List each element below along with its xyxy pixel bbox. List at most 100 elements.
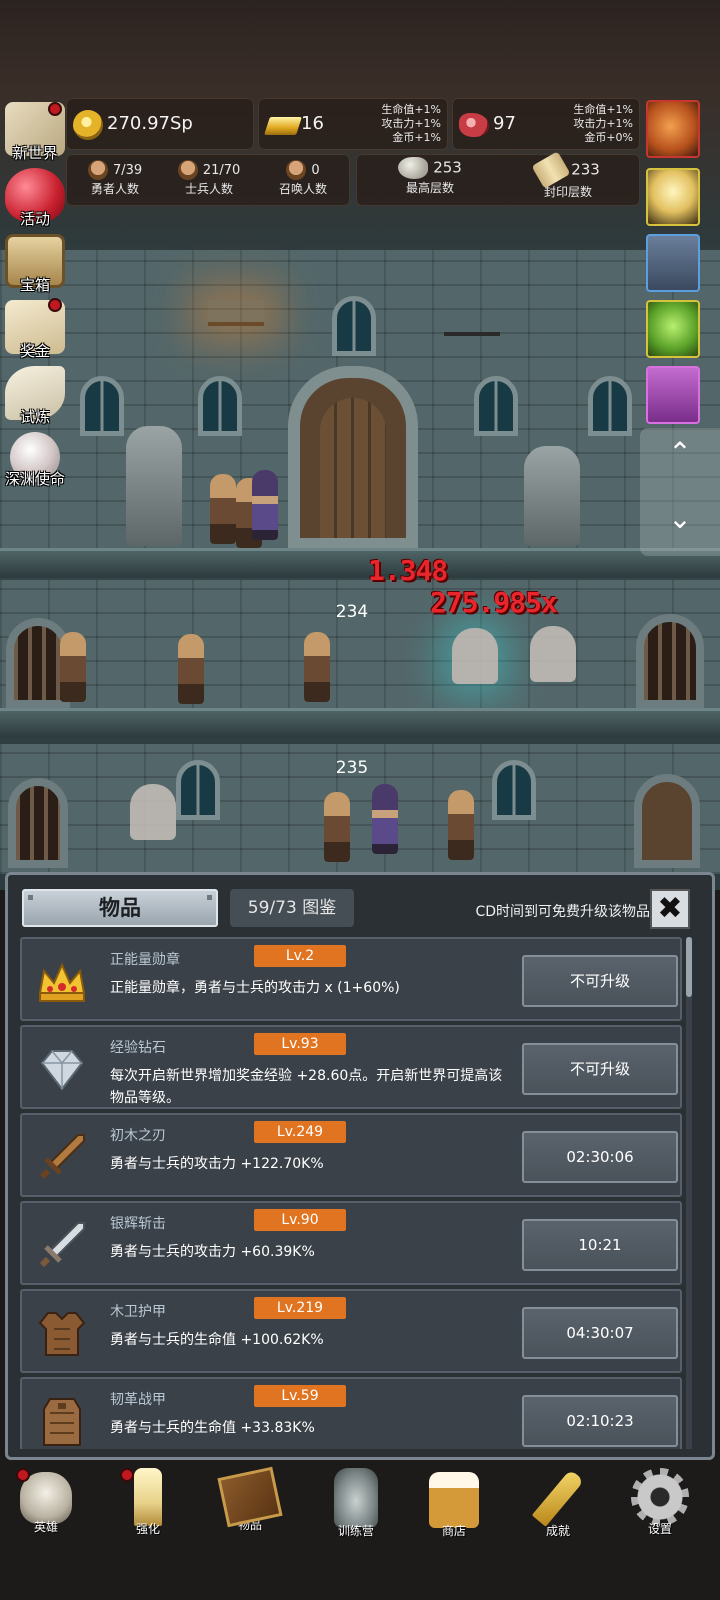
close-button[interactable]: ✖ <box>650 889 690 929</box>
floor-number: 235 <box>335 758 369 778</box>
castle-door <box>288 366 418 550</box>
collection-button[interactable]: 59/73 图鉴 <box>230 889 354 927</box>
soldier-face-icon <box>177 159 198 180</box>
upgrade-hint: CD时间到可免费升级该物品 <box>475 904 650 920</box>
meat-amount: 97 <box>493 113 516 134</box>
item-name: 正能量勋章 <box>110 952 180 968</box>
side-trial-button[interactable]: 试炼 <box>2 366 68 427</box>
gold-bar-box[interactable]: 16 生命值+1% 攻击力+1% 金币+1% <box>258 98 448 150</box>
side-label: 新世界 <box>12 144 58 162</box>
hero-character <box>210 474 236 544</box>
castle-wall-mid <box>0 580 720 710</box>
item-description: 勇者与士兵的攻击力 +122.70K% <box>110 1156 324 1172</box>
soldier-count: 21/70 士兵人数 <box>163 159 255 197</box>
nav-achievements[interactable]: 成就 <box>508 1462 608 1539</box>
diamond-icon <box>40 1050 84 1091</box>
item-name: 经验钻石 <box>110 1040 166 1056</box>
ghost-enemy <box>130 784 176 840</box>
sealed-floor-label: 封印层数 <box>543 185 592 199</box>
upgrade-button[interactable]: 不可升级 <box>522 1043 678 1095</box>
gold-bar-icon <box>264 117 302 135</box>
ghost-enemy <box>530 626 576 682</box>
castle-window <box>198 376 242 436</box>
soldier-character <box>178 634 204 704</box>
bonus-line: 金币+1% <box>392 131 441 144</box>
item-description: 每次开启新世界增加奖金经验 +28.60点。开启新世界可提高该物品等级。 <box>110 1068 503 1106</box>
item-description: 正能量勋章，勇者与士兵的攻击力 x (1+60%) <box>110 980 400 996</box>
meat-box[interactable]: 97 生命值+1% 攻击力+1% 金币+0% <box>452 98 640 150</box>
upgrade-timer-button[interactable]: 02:30:06 <box>522 1131 678 1183</box>
panel-header: 物品 59/73 图鉴 CD时间到可免费升级该物品 ✖ <box>8 875 712 937</box>
item-name: 银辉斩击 <box>110 1216 166 1232</box>
side-label: 宝箱 <box>19 276 50 294</box>
side-label: 试炼 <box>19 408 50 426</box>
gold-amount: 270.97Sp <box>107 113 193 134</box>
floor-number: 234 <box>335 602 369 622</box>
upgrade-timer-button[interactable]: 04:30:07 <box>522 1307 678 1359</box>
nav-heroes[interactable]: 英雄 <box>0 1462 96 1535</box>
floor-ledge <box>0 708 720 738</box>
summon-count-label: 召唤人数 <box>278 181 327 196</box>
soldier-character <box>60 632 86 702</box>
item-list-scrollbar[interactable] <box>686 937 692 1449</box>
meat-bonus: 生命值+1% 攻击力+1% 金币+0% <box>551 103 633 145</box>
floor-scroll-panel: ⌃ ⌄ <box>640 428 720 556</box>
beer-mug-icon <box>429 1472 479 1528</box>
upgrade-button[interactable]: 不可升级 <box>522 955 678 1007</box>
notification-dot <box>120 1468 134 1482</box>
hero-portrait-button[interactable] <box>646 234 700 292</box>
side-abyss-button[interactable]: 深渊使命 <box>2 432 68 489</box>
side-event-button[interactable]: 活动 <box>2 168 68 229</box>
item-row: 初木之刃 Lv.249 勇者与士兵的攻击力 +122.70K% 02:30:06 <box>20 1113 682 1197</box>
side-chest-button[interactable]: 宝箱 <box>2 234 68 295</box>
upgrade-timer-button[interactable]: 02:10:23 <box>522 1395 678 1447</box>
knight-statue <box>126 426 182 546</box>
summon-face-icon <box>286 159 307 180</box>
summon-count-value: 0 <box>311 163 320 178</box>
gold-bar-amount: 16 <box>301 113 324 134</box>
item-row: 经验钻石 Lv.93 每次开启新世界增加奖金经验 +28.60点。开启新世界可提… <box>20 1025 682 1109</box>
meat-icon <box>459 113 489 137</box>
notification-dot <box>16 1468 30 1482</box>
item-name: 初木之刃 <box>110 1128 166 1144</box>
scroll-up-button[interactable]: ⌃ <box>664 436 696 469</box>
scroll-down-button[interactable]: ⌄ <box>664 502 696 535</box>
nav-shop[interactable]: 商店 <box>404 1462 504 1539</box>
hero-face-icon <box>87 159 108 180</box>
side-label: 活动 <box>19 210 50 228</box>
upgrade-timer-button[interactable]: 10:21 <box>522 1219 678 1271</box>
sealed-floor: 233 封印层数 <box>503 151 633 200</box>
soldier-character <box>448 790 474 860</box>
side-new-world-button[interactable]: 新世界 <box>2 102 68 163</box>
rock-icon <box>398 157 429 179</box>
panel-title-tab[interactable]: 物品 <box>22 889 218 927</box>
pumpkin-portrait-button[interactable] <box>646 100 700 158</box>
castle-window <box>588 376 632 436</box>
side-bonus-button[interactable]: 奖金 <box>2 298 68 361</box>
soldier-count-label: 士兵人数 <box>184 181 233 196</box>
scrollbar-thumb[interactable] <box>686 937 692 997</box>
item-row: 银辉斩击 Lv.90 勇者与士兵的攻击力 +60.39K% 10:21 <box>20 1201 682 1285</box>
notification-dot <box>48 102 62 116</box>
portcullis-gate <box>636 614 704 708</box>
nav-label: 成就 <box>545 1524 570 1538</box>
armor-icon <box>38 1312 86 1356</box>
slime-portrait-button[interactable] <box>646 300 700 358</box>
nav-enhance[interactable]: 强化 <box>98 1462 198 1537</box>
nav-items[interactable]: 物品 <box>200 1462 300 1533</box>
nav-training[interactable]: 训练营 <box>306 1462 406 1539</box>
item-list[interactable]: 正能量勋章 Lv.2 正能量勋章，勇者与士兵的攻击力 x (1+60%) 不可升… <box>20 937 682 1449</box>
candle-portrait-button[interactable] <box>646 168 700 226</box>
castle-window <box>474 376 518 436</box>
nav-settings[interactable]: 设置 <box>610 1462 710 1537</box>
mage-portrait-button[interactable] <box>646 366 700 424</box>
item-name: 韧革战甲 <box>110 1392 166 1408</box>
bottom-nav: 英雄 强化 物品 训练营 商店 成就 设置 <box>0 1462 720 1600</box>
castle-window <box>332 296 376 356</box>
knight-statue <box>524 446 580 546</box>
candle-icon <box>134 1468 162 1526</box>
crown-icon <box>38 962 86 1002</box>
item-row: 韧革战甲 Lv.59 勇者与士兵的生命值 +33.83K% 02:10:23 <box>20 1377 682 1449</box>
castle-window <box>492 760 536 820</box>
nav-label: 强化 <box>135 1522 160 1536</box>
